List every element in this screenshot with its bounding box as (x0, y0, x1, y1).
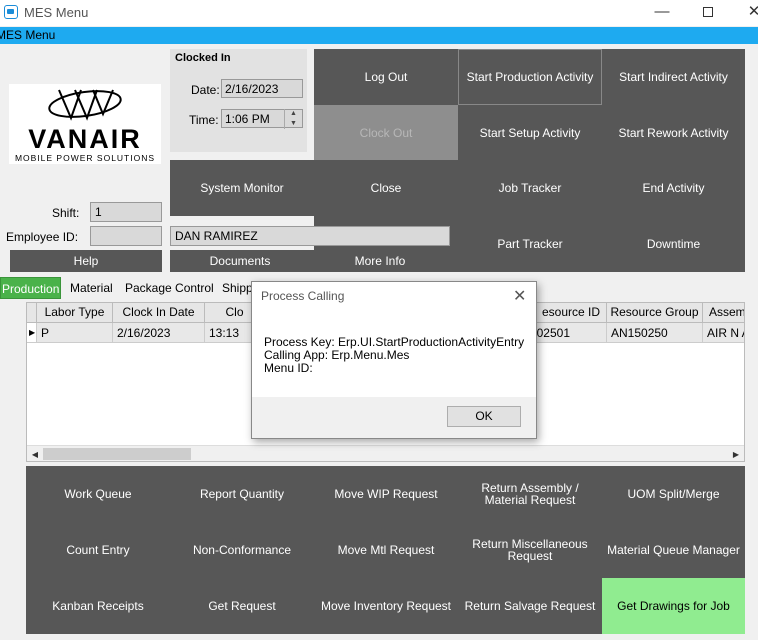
column-header-clock-in-date[interactable]: Clock In Date (113, 303, 205, 323)
scroll-left-icon[interactable]: ◀ (27, 446, 43, 461)
process-calling-dialog: Process Calling ✕ Process Key: Erp.UI.St… (251, 281, 537, 439)
return-assembly-material-request-button[interactable]: Return Assembly / Material Request (458, 466, 602, 522)
title-bar: MES Menu — ✕ (0, 0, 758, 26)
uom-split-merge-button[interactable]: UOM Split/Merge (602, 466, 745, 522)
move-mtl-request-button[interactable]: Move Mtl Request (314, 522, 458, 578)
material-queue-manager-button[interactable]: Material Queue Manager (602, 522, 745, 578)
maximize-icon (703, 7, 713, 18)
column-header-assembly[interactable]: Assem (703, 303, 744, 323)
calling-app-text: Calling App: Erp.Menu.Mes (264, 348, 410, 362)
report-quantity-button[interactable]: Report Quantity (170, 466, 314, 522)
scroll-right-icon[interactable]: ▶ (728, 446, 744, 461)
get-request-button[interactable]: Get Request (170, 578, 314, 634)
scrollbar-thumb[interactable] (43, 448, 191, 460)
menu-id-text: Menu ID: (264, 361, 313, 375)
get-drawings-for-job-button[interactable]: Get Drawings for Job (602, 578, 745, 634)
window-title: MES Menu (24, 5, 89, 20)
move-inventory-request-button[interactable]: Move Inventory Request (314, 578, 458, 634)
kanban-receipts-button[interactable]: Kanban Receipts (26, 578, 170, 634)
help-button[interactable]: Help (10, 250, 162, 272)
log-out-button[interactable]: Log Out (314, 49, 458, 105)
start-production-activity-button[interactable]: Start Production Activity (458, 49, 602, 105)
app-icon (4, 5, 18, 19)
work-queue-button[interactable]: Work Queue (26, 466, 170, 522)
grid-row-header-corner (27, 303, 37, 323)
table-cell[interactable]: AIR N A (703, 323, 744, 343)
table-cell[interactable]: AN150250 (607, 323, 703, 343)
row-selector-icon[interactable]: ▶ (27, 323, 37, 343)
date-label: Date: (191, 83, 220, 97)
date-field[interactable]: 2/16/2023 (221, 79, 303, 98)
process-key-text: Process Key: Erp.UI.StartProductionActiv… (264, 335, 525, 349)
logo-brand-text: VANAIR (28, 124, 142, 154)
horizontal-scrollbar[interactable]: ◀ ▶ (27, 445, 744, 461)
table-cell[interactable]: P (37, 323, 113, 343)
tab-material[interactable]: Material (70, 277, 113, 299)
table-cell[interactable]: 2/16/2023 (113, 323, 205, 343)
tab-shipping[interactable]: Shipp (222, 277, 253, 299)
spin-up-icon[interactable]: ▲ (285, 109, 302, 119)
menu-strip-label: MES Menu (0, 28, 56, 42)
system-monitor-button[interactable]: System Monitor (170, 160, 314, 216)
employee-name-field: DAN RAMIREZ (170, 226, 450, 246)
return-miscellaneous-request-button[interactable]: Return Miscellaneous Request (458, 522, 602, 578)
ok-button[interactable]: OK (447, 406, 521, 427)
clock-panel: Clocked In (170, 49, 307, 152)
employee-id-label: Employee ID: (6, 230, 79, 244)
close-window-button[interactable]: ✕ (732, 0, 758, 26)
start-setup-activity-button[interactable]: Start Setup Activity (458, 105, 602, 160)
job-tracker-button[interactable]: Job Tracker (458, 160, 602, 216)
minimize-button[interactable]: — (640, 0, 684, 26)
clock-out-button[interactable]: Clock Out (314, 105, 458, 160)
start-rework-activity-button[interactable]: Start Rework Activity (602, 105, 745, 160)
dialog-title: Process Calling (261, 289, 345, 303)
downtime-button[interactable]: Downtime (602, 216, 745, 272)
dialog-close-icon[interactable]: ✕ (513, 286, 526, 306)
part-tracker-button[interactable]: Part Tracker (458, 216, 602, 272)
column-header-labor-type[interactable]: Labor Type (37, 303, 113, 323)
close-button[interactable]: Close (314, 160, 458, 216)
tab-production[interactable]: Production (0, 277, 61, 299)
move-wip-request-button[interactable]: Move WIP Request (314, 466, 458, 522)
dialog-footer: OK (252, 397, 536, 438)
logo-tagline-text: MOBILE POWER SOLUTIONS (15, 153, 155, 163)
return-salvage-request-button[interactable]: Return Salvage Request (458, 578, 602, 634)
employee-id-field[interactable] (90, 226, 162, 246)
maximize-button[interactable] (686, 0, 730, 26)
clock-title: Clocked In (175, 52, 231, 64)
vanair-logo-graphic: VANAIR MOBILE POWER SOLUTIONS (15, 89, 155, 163)
time-label: Time: (189, 113, 219, 127)
end-activity-button[interactable]: End Activity (602, 160, 745, 216)
spin-down-icon[interactable]: ▼ (285, 119, 302, 129)
time-spinner[interactable]: ▲ ▼ (284, 109, 302, 129)
shift-field[interactable]: 1 (90, 202, 162, 222)
more-info-button[interactable]: More Info (310, 250, 450, 272)
non-conformance-button[interactable]: Non-Conformance (170, 522, 314, 578)
count-entry-button[interactable]: Count Entry (26, 522, 170, 578)
menu-strip: MES Menu (0, 27, 758, 44)
start-indirect-activity-button[interactable]: Start Indirect Activity (602, 49, 745, 105)
documents-button[interactable]: Documents (170, 250, 310, 272)
tab-package-control[interactable]: Package Control (125, 277, 214, 299)
company-logo: VANAIR MOBILE POWER SOLUTIONS (9, 84, 161, 164)
column-header-resource-group[interactable]: Resource Group (607, 303, 703, 323)
shift-label: Shift: (52, 206, 80, 220)
